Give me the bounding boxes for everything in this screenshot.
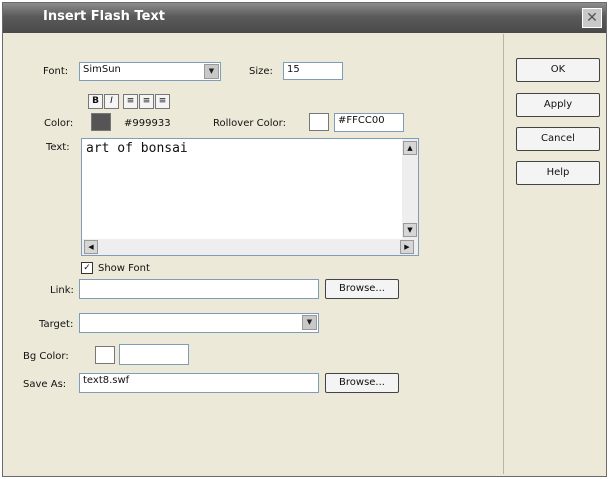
font-dropdown-arrow[interactable]: ▼ <box>204 64 219 79</box>
scroll-up-button[interactable]: ▲ <box>403 141 417 155</box>
title-bar[interactable]: Insert Flash Text ✕ <box>3 3 606 33</box>
chevron-right-icon: ▶ <box>404 243 410 251</box>
vertical-scrollbar[interactable]: ▲ ▼ <box>402 139 418 239</box>
help-label: Help <box>546 167 570 178</box>
align-right-button[interactable]: ≡ <box>155 94 170 109</box>
window-title: Insert Flash Text <box>43 9 165 24</box>
link-label: Link: <box>50 285 74 296</box>
cancel-button[interactable]: Cancel <box>516 127 600 151</box>
bold-icon: B <box>92 96 99 106</box>
close-icon: ✕ <box>586 10 598 26</box>
color-swatch[interactable] <box>91 113 111 131</box>
align-left-icon: ≡ <box>126 96 135 106</box>
scroll-down-button[interactable]: ▼ <box>403 223 417 237</box>
chevron-down-icon: ▼ <box>208 67 215 75</box>
chevron-left-icon: ◀ <box>88 243 94 251</box>
bg-color-label: Bg Color: <box>23 351 69 362</box>
text-area[interactable]: art of bonsai ▲ ▼ ◀ ▶ <box>81 138 419 256</box>
cancel-label: Cancel <box>541 133 575 144</box>
align-left-button[interactable]: ≡ <box>123 94 138 109</box>
target-select[interactable]: ▼ <box>79 313 319 333</box>
align-center-button[interactable]: ≡ <box>139 94 154 109</box>
chevron-down-icon: ▼ <box>407 226 413 234</box>
scroll-left-button[interactable]: ◀ <box>84 240 98 254</box>
ok-button[interactable]: OK <box>516 58 600 82</box>
save-as-value: text8.swf <box>83 375 130 386</box>
save-as-label: Save As: <box>23 379 67 390</box>
bold-button[interactable]: B <box>88 94 103 109</box>
color-value[interactable]: #999933 <box>124 118 171 129</box>
size-label: Size: <box>249 66 273 77</box>
rollover-color-value: #FFCC00 <box>338 115 385 126</box>
insert-flash-text-dialog: Insert Flash Text ✕ Font: SimSun ▼ Size:… <box>2 2 607 477</box>
link-browse-label: Browse... <box>339 283 385 294</box>
scroll-right-button[interactable]: ▶ <box>400 240 414 254</box>
size-input[interactable]: 15 <box>283 62 343 80</box>
bg-color-swatch[interactable] <box>95 346 115 364</box>
chevron-down-icon: ▼ <box>306 318 313 326</box>
horizontal-scrollbar[interactable]: ◀ ▶ <box>82 239 418 255</box>
align-right-icon: ≡ <box>158 96 167 106</box>
target-dropdown-arrow[interactable]: ▼ <box>302 315 317 330</box>
save-as-browse-label: Browse... <box>339 377 385 388</box>
text-label: Text: <box>46 142 70 153</box>
rollover-color-input[interactable]: #FFCC00 <box>334 113 404 132</box>
italic-button[interactable]: I <box>104 94 119 109</box>
rollover-color-label: Rollover Color: <box>213 118 286 129</box>
italic-icon: I <box>110 96 113 106</box>
font-value: SimSun <box>83 64 121 75</box>
target-label: Target: <box>39 319 74 330</box>
size-value: 15 <box>287 64 300 75</box>
align-center-icon: ≡ <box>142 96 151 106</box>
text-value: art of bonsai <box>86 141 188 156</box>
show-font-label: Show Font <box>98 263 150 274</box>
bg-color-input[interactable] <box>119 344 189 365</box>
link-input[interactable] <box>79 279 319 299</box>
apply-button[interactable]: Apply <box>516 93 600 117</box>
save-as-browse-button[interactable]: Browse... <box>325 373 399 393</box>
rollover-color-swatch[interactable] <box>309 113 329 131</box>
save-as-input[interactable]: text8.swf <box>79 373 319 393</box>
apply-label: Apply <box>543 99 573 110</box>
check-icon: ✓ <box>83 263 91 273</box>
show-font-checkbox[interactable]: ✓ <box>81 262 93 274</box>
ok-label: OK <box>550 64 566 75</box>
color-label: Color: <box>44 118 74 129</box>
close-button[interactable]: ✕ <box>582 8 602 28</box>
help-button[interactable]: Help <box>516 161 600 185</box>
link-browse-button[interactable]: Browse... <box>325 279 399 299</box>
font-select[interactable]: SimSun ▼ <box>79 62 221 81</box>
divider <box>503 34 504 474</box>
chevron-up-icon: ▲ <box>407 144 413 152</box>
font-label: Font: <box>43 66 69 77</box>
